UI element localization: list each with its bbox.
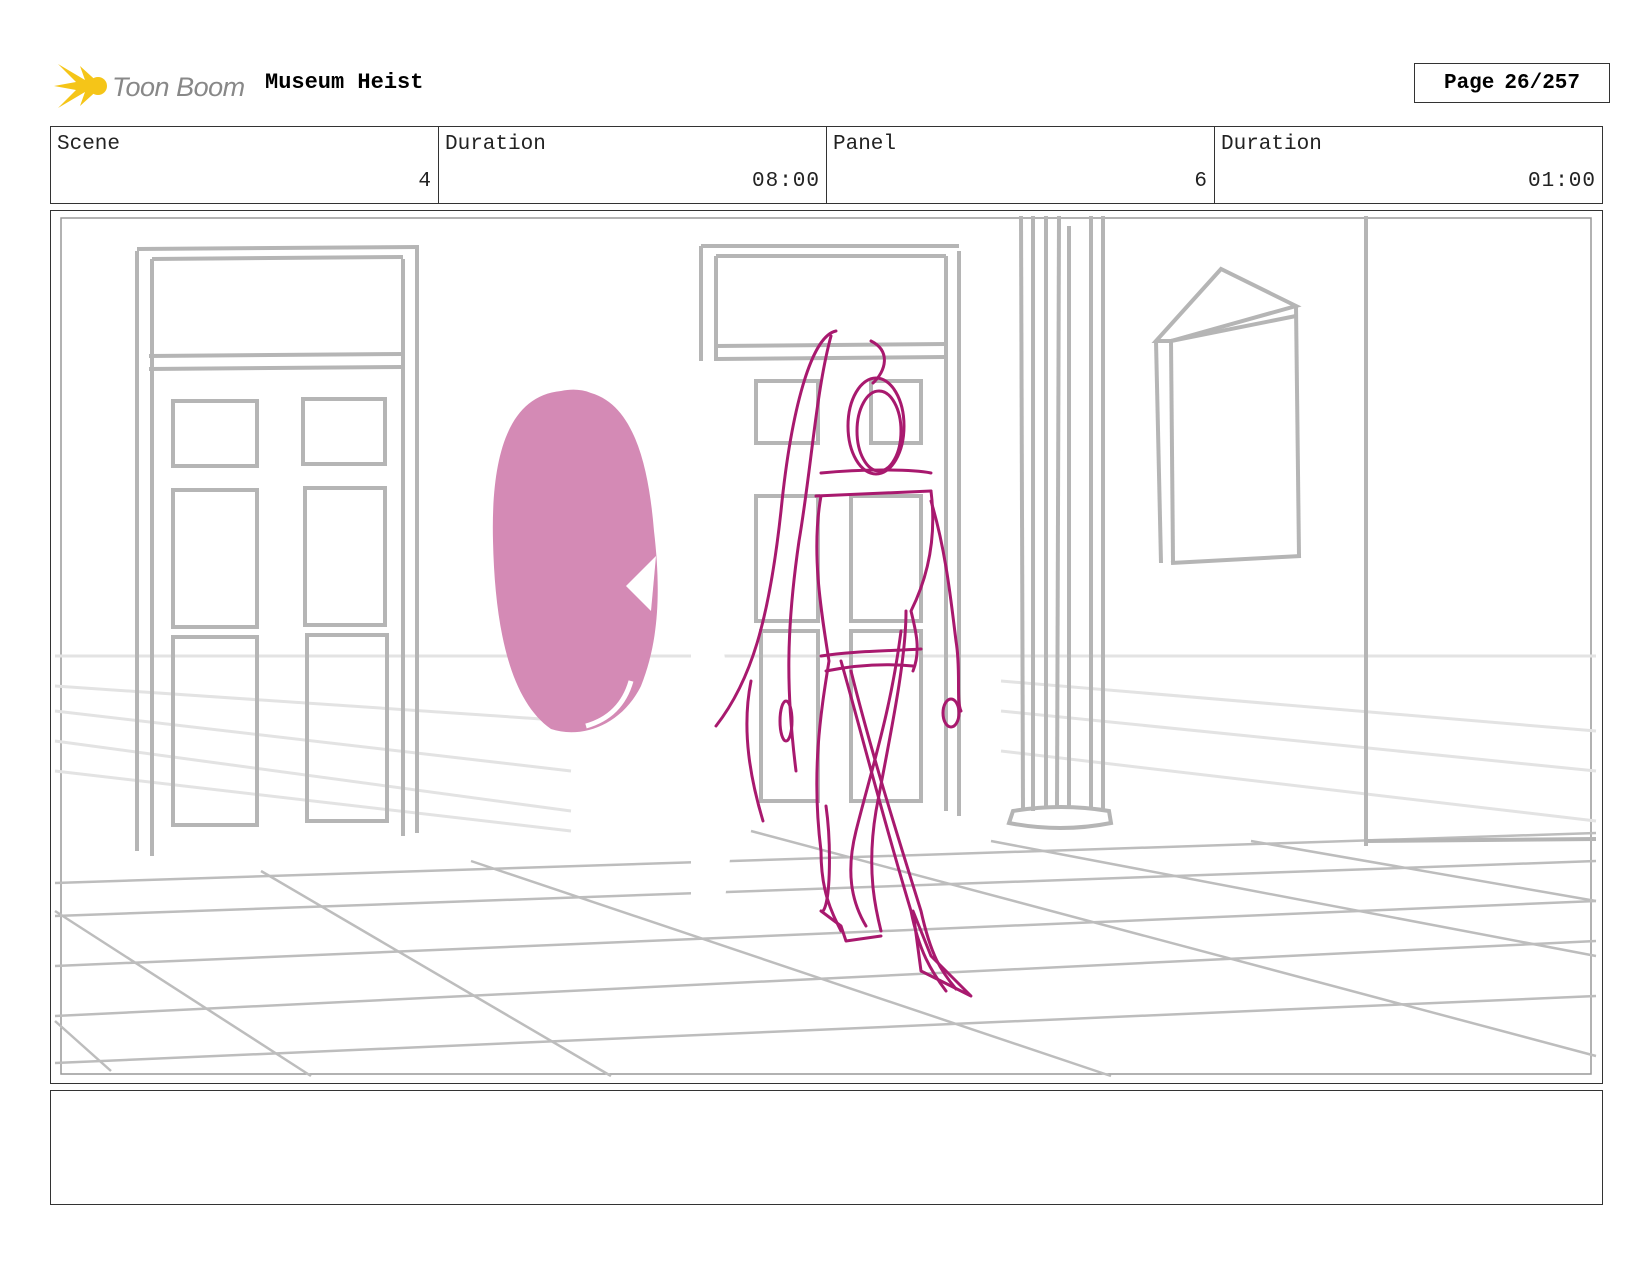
scene-duration-label: Duration xyxy=(445,133,546,156)
page-number: 26/257 xyxy=(1504,71,1581,95)
page-indicator: Page 26/257 xyxy=(1414,63,1610,103)
scene-value: 4 xyxy=(418,170,432,193)
wall-frame-sketch xyxy=(1151,216,1597,846)
starburst-icon xyxy=(54,64,107,108)
scene-label: Scene xyxy=(57,133,121,156)
panel-notes-box[interactable] xyxy=(50,1090,1603,1205)
panel-cell: Panel 6 xyxy=(827,127,1215,203)
pink-oval-shape xyxy=(492,389,658,733)
panel-sketch xyxy=(54,215,1597,1078)
panel-duration-cell: Duration 01:00 xyxy=(1215,127,1602,203)
panel-duration-value: 01:00 xyxy=(1527,170,1596,193)
scene-cell: Scene 4 xyxy=(51,127,439,203)
left-door-sketch xyxy=(135,245,420,856)
panel-value: 6 xyxy=(1194,170,1208,193)
logo-text: Toon Boom xyxy=(112,72,245,102)
floor-grid xyxy=(54,829,1597,1078)
project-title: Museum Heist xyxy=(265,70,424,95)
eraser-smear xyxy=(691,361,741,931)
storyboard-header: Toon Boom Museum Heist Page 26/257 xyxy=(50,52,1610,120)
storyboard-panel xyxy=(50,210,1603,1084)
page-label: Page xyxy=(1443,71,1495,95)
scene-duration-value: 08:00 xyxy=(751,170,820,193)
scene-duration-cell: Duration 08:00 xyxy=(439,127,827,203)
panel-duration-label: Duration xyxy=(1221,133,1322,156)
toon-boom-logo: Toon Boom xyxy=(54,58,264,114)
panel-label: Panel xyxy=(833,133,897,156)
column-sketch xyxy=(1006,215,1114,830)
scene-info-table: Scene 4 Duration 08:00 Panel 6 Duration … xyxy=(50,126,1603,204)
